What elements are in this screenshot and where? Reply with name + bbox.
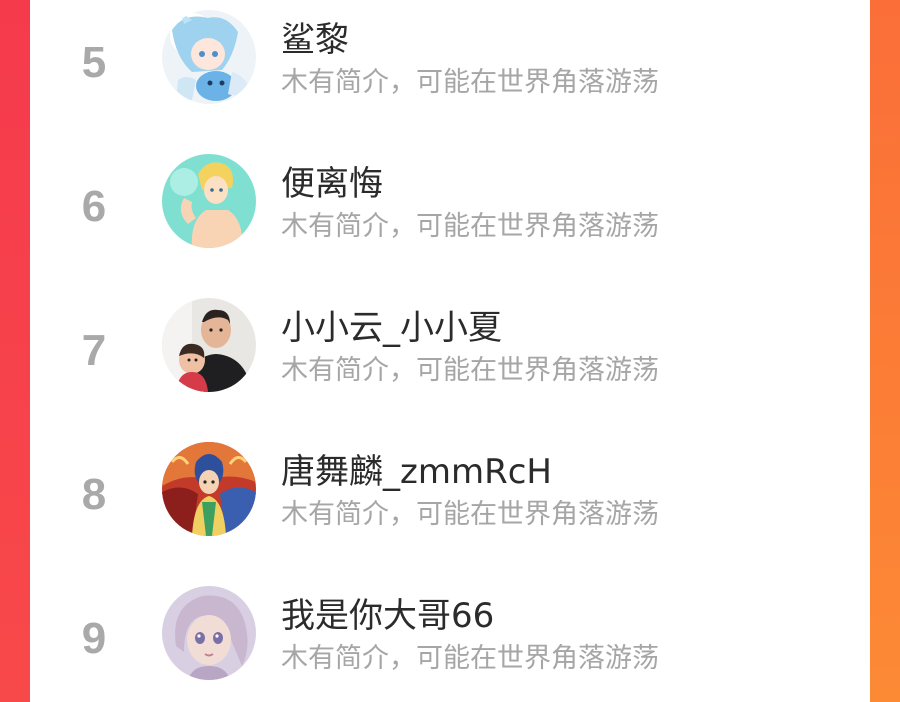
- avatar[interactable]: [162, 10, 256, 104]
- list-item[interactable]: 9 我是你大哥66 木有简介，可能在世界角落游荡: [30, 586, 870, 702]
- avatar[interactable]: [162, 154, 256, 248]
- anime-warrior-avatar: [162, 442, 256, 536]
- avatar[interactable]: [162, 298, 256, 392]
- user-bio: 木有简介，可能在世界角落游荡: [281, 67, 659, 98]
- user-bio: 木有简介，可能在世界角落游荡: [281, 643, 659, 674]
- father-child-photo-avatar: [162, 298, 256, 392]
- user-name[interactable]: 鲨黎: [281, 12, 349, 61]
- rank-number: 8: [81, 470, 107, 519]
- avatar[interactable]: [162, 442, 256, 536]
- frame-left-edge: [0, 0, 30, 702]
- user-name[interactable]: 小小云_小小夏: [281, 300, 502, 349]
- list-item[interactable]: 8 唐舞麟_zmmRcH 木有简介，可能在世界角落游荡: [30, 442, 870, 572]
- doll-avatar: [162, 586, 256, 680]
- user-name[interactable]: 我是你大哥66: [281, 588, 494, 637]
- anime-boy-avatar: [162, 154, 256, 248]
- user-bio: 木有简介，可能在世界角落游荡: [281, 355, 659, 386]
- ranking-list: 5 鲨黎 木有简介，可能在世界角落游荡 6 便离悔 木有简介，可能在世界角落游荡…: [30, 0, 870, 702]
- rank-number: 7: [81, 326, 107, 375]
- rank-number: 9: [81, 614, 107, 663]
- rank-number: 6: [81, 182, 107, 231]
- list-item[interactable]: 6 便离悔 木有简介，可能在世界角落游荡: [30, 154, 870, 284]
- list-item[interactable]: 7 小小云_小小夏 木有简介，可能在世界角落游荡: [30, 298, 870, 428]
- user-name[interactable]: 唐舞麟_zmmRcH: [281, 444, 552, 493]
- list-item[interactable]: 5 鲨黎 木有简介，可能在世界角落游荡: [30, 10, 870, 140]
- user-bio: 木有简介，可能在世界角落游荡: [281, 211, 659, 242]
- rank-number: 5: [81, 38, 107, 87]
- frame-right-edge: [870, 0, 900, 702]
- user-bio: 木有简介，可能在世界角落游荡: [281, 499, 659, 530]
- anime-girl-avatar: [162, 10, 256, 104]
- avatar[interactable]: [162, 586, 256, 680]
- user-name[interactable]: 便离悔: [281, 156, 383, 205]
